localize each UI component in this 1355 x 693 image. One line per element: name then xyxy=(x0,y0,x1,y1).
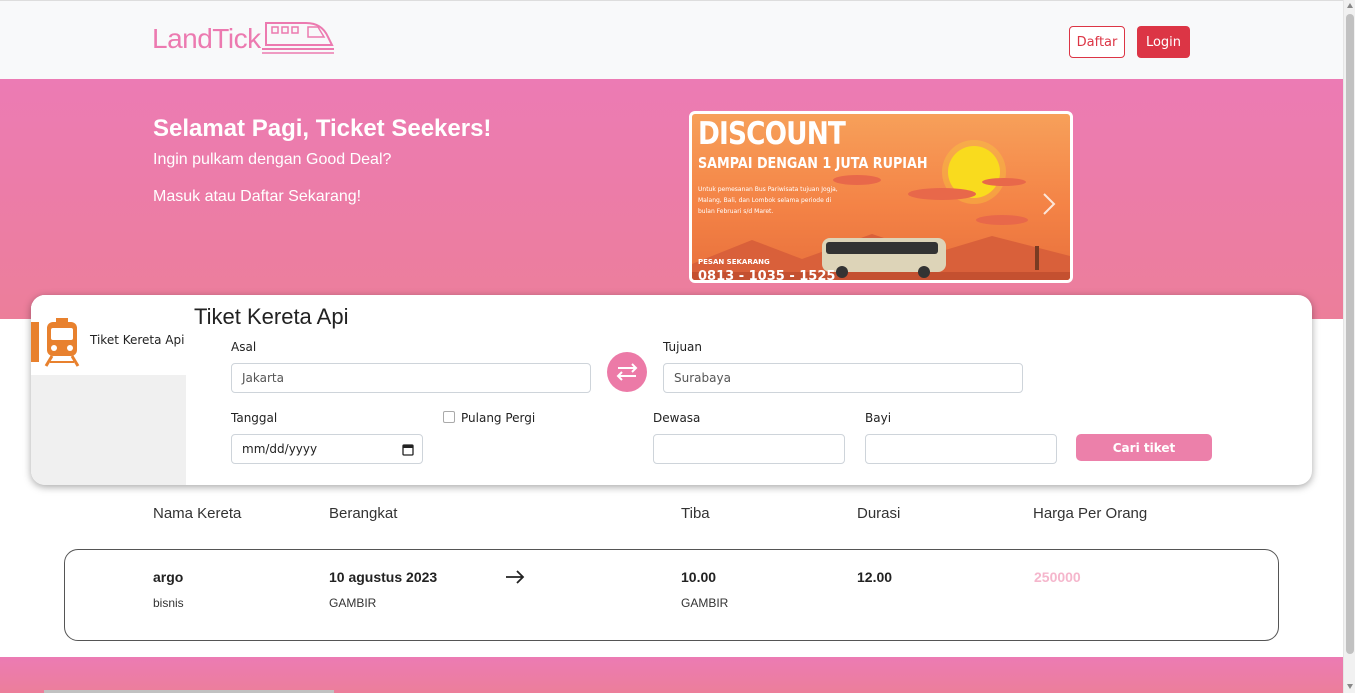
header-harga: Harga Per Orang xyxy=(1033,505,1148,522)
landtick-logo[interactable]: LandTick xyxy=(152,17,334,59)
duration: 12.00 xyxy=(857,569,893,585)
asal-label: Asal xyxy=(231,340,257,354)
swap-button[interactable] xyxy=(607,352,647,392)
bayi-input[interactable] xyxy=(865,434,1057,464)
pulang-pergi-label: Pulang Pergi xyxy=(461,411,536,425)
arrive-time: 10.00 xyxy=(681,569,717,585)
discount-banner-carousel[interactable]: DISCOUNT SAMPAI DENGAN 1 JUTA RUPIAH Unt… xyxy=(689,111,1073,283)
calendar-icon[interactable] xyxy=(402,443,414,456)
form-title: Tiket Kereta Api xyxy=(194,304,349,329)
banner-subheadline: SAMPAI DENGAN 1 JUTA RUPIAH xyxy=(698,154,928,172)
tanggal-date-input[interactable]: mm/dd/yyyy xyxy=(231,434,423,464)
train-class: bisnis xyxy=(153,596,184,610)
header-nama-kereta: Nama Kereta xyxy=(153,505,242,522)
banner-order-label: PESAN SEKARANG xyxy=(698,258,770,266)
pulang-pergi-checkbox[interactable] xyxy=(443,411,455,423)
tab-tiket-kereta-api[interactable]: Tiket Kereta Api xyxy=(31,295,186,375)
tab-label: Tiket Kereta Api xyxy=(90,333,185,347)
navbar: LandTick Daftar Login xyxy=(0,0,1343,79)
dewasa-input[interactable] xyxy=(653,434,845,464)
bayi-label: Bayi xyxy=(865,411,892,425)
cari-tiket-button[interactable]: Cari tiket xyxy=(1076,434,1212,461)
hero-section: Selamat Pagi, Ticket Seekers! Ingin pulk… xyxy=(0,79,1343,319)
scroll-down-icon[interactable] xyxy=(1347,684,1353,689)
banner-description: Untuk pemesanan Bus Pariwisata tujuan Jo… xyxy=(698,186,838,215)
date-placeholder: mm/dd/yyyy xyxy=(242,442,318,456)
hero-title: Selamat Pagi, Ticket Seekers! xyxy=(153,115,492,142)
ticket-search-card: Tiket Kereta Api Tiket Kereta Api Asal J… xyxy=(31,295,1312,485)
ticket-row[interactable]: argo bisnis 10 agustus 2023 GAMBIR 10.00… xyxy=(64,549,1279,641)
depart-date: 10 agustus 2023 xyxy=(329,569,438,585)
tujuan-label: Tujuan xyxy=(663,340,703,354)
vertical-scrollbar[interactable] xyxy=(1343,0,1355,693)
train-name: argo xyxy=(153,569,184,585)
daftar-button[interactable]: Daftar xyxy=(1069,26,1125,58)
price: 250000 xyxy=(1034,569,1081,585)
train-logo-icon xyxy=(262,22,334,54)
chevron-right-icon[interactable] xyxy=(1042,192,1056,216)
tanggal-label: Tanggal xyxy=(231,411,278,425)
header-tiba: Tiba xyxy=(681,505,710,522)
header-berangkat: Berangkat xyxy=(329,505,398,522)
banner-phone: 0813 - 1035 - 1525 xyxy=(698,269,836,283)
footer xyxy=(0,657,1343,693)
hero-subtitle: Ingin pulkam dengan Good Deal? xyxy=(153,151,392,168)
swap-arrows-icon xyxy=(616,363,638,381)
scroll-up-icon[interactable] xyxy=(1347,3,1353,8)
asal-input[interactable]: Jakarta xyxy=(231,363,591,393)
scrollbar-thumb[interactable] xyxy=(1346,14,1354,654)
depart-station: GAMBIR xyxy=(329,596,377,610)
arrive-station: GAMBIR xyxy=(681,596,729,610)
active-tab-indicator xyxy=(31,322,39,362)
train-icon xyxy=(44,318,80,367)
banner-headline: DISCOUNT xyxy=(698,116,846,152)
login-button[interactable]: Login xyxy=(1137,26,1190,58)
header-durasi: Durasi xyxy=(857,505,901,522)
dewasa-label: Dewasa xyxy=(653,411,701,425)
arrow-right-icon xyxy=(506,570,525,584)
logo-text: LandTick xyxy=(152,23,261,54)
tujuan-input[interactable]: Surabaya xyxy=(663,363,1023,393)
hero-cta-text: Masuk atau Daftar Sekarang! xyxy=(153,188,362,205)
